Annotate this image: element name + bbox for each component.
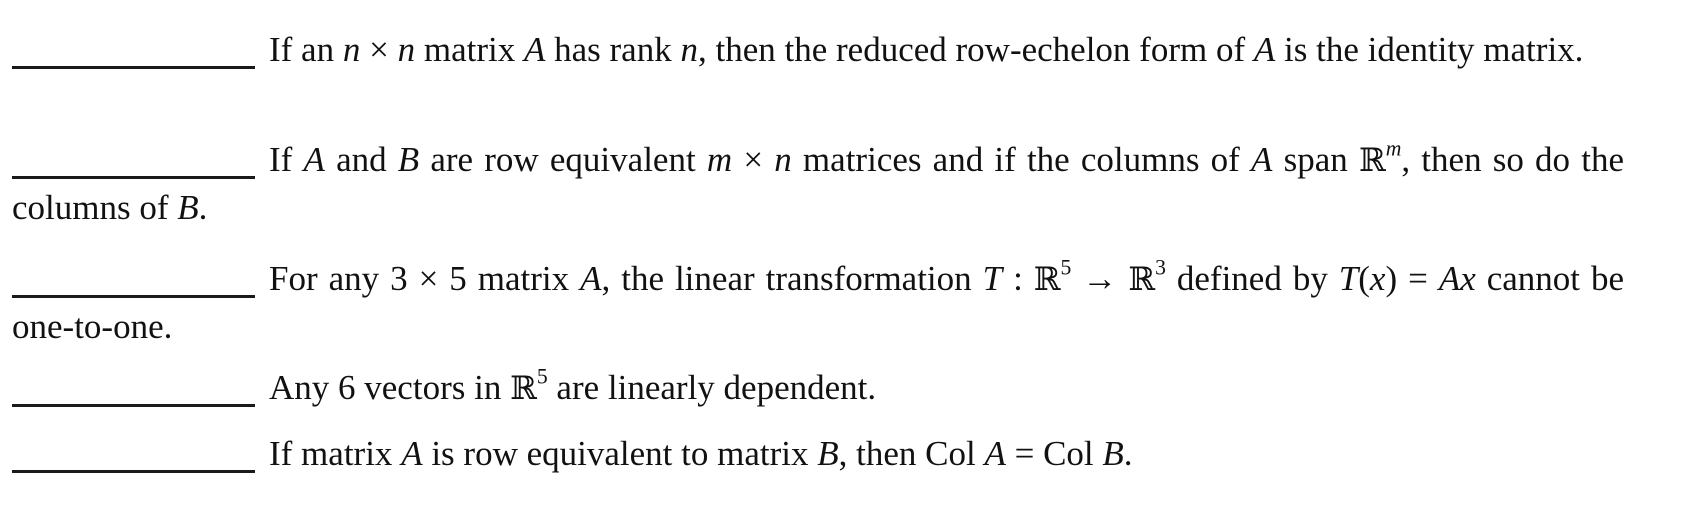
answer-blank[interactable] xyxy=(12,144,255,179)
statement-text: If an n × n matrix A has rank n, then th… xyxy=(269,30,1584,69)
answer-blank[interactable] xyxy=(12,438,255,473)
question-item: If matrix A is row equivalent to matrix … xyxy=(12,430,1624,478)
statement-text: If matrix A is row equivalent to matrix … xyxy=(269,434,1133,473)
question-item: Any 6 vectors in ℝ5 are linearly depende… xyxy=(12,364,1624,412)
statement-text: Any 6 vectors in ℝ5 are linearly depende… xyxy=(269,364,877,407)
answer-blank[interactable] xyxy=(12,372,255,407)
question-item: For any 3 × 5 matrix A, the linear trans… xyxy=(12,255,1624,351)
answer-blank[interactable] xyxy=(12,34,255,69)
answer-blank[interactable] xyxy=(12,263,255,298)
question-item: If A and B are row equivalent m × n matr… xyxy=(12,136,1624,232)
question-item: If an n × n matrix A has rank n, then th… xyxy=(12,26,1624,74)
